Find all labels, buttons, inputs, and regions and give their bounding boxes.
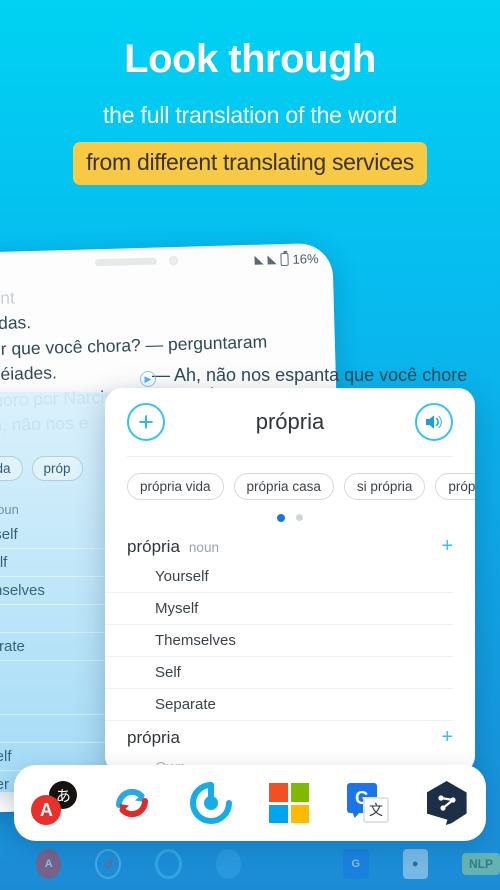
group-header: própria noun + [105,530,475,561]
microsoft-translator-icon [269,783,310,823]
suggestion-chips: própria vida própria casa si própria pró… [105,457,475,500]
chip-propria-vida[interactable]: própria vida [127,473,224,500]
signal-icon-2 [267,254,277,264]
background-service-strip: A ↺ G ● NLP [0,838,500,890]
table-row[interactable]: Separate [105,689,453,721]
group-word: própria [127,537,180,556]
service-blue-circle-translator[interactable] [185,777,237,829]
google-translate-icon: G 文 [346,783,389,823]
group-pos: noun [188,540,219,555]
translation-card: + própria própria vida própria casa si p… [105,388,475,773]
translation-list: própria noun + Yourself Myself Themselve… [105,530,475,773]
speaker-icon[interactable] [415,403,453,441]
page-title: Look through [124,37,376,81]
badge-wrap: from different translating services [0,142,500,185]
group-pos: noun [0,502,19,517]
service-google-translate[interactable]: G 文 [342,777,394,829]
nlp-bubble-icon-bg: ● [402,849,428,879]
overlay-sentence: — Ah, não nos espanta que você chore [152,365,468,385]
pagination-dot-active[interactable] [277,514,285,522]
yandex-translate-icon: あ A [29,781,78,825]
chip[interactable]: própria vida [0,456,23,481]
add-word-button[interactable]: + [127,403,165,441]
service-bar: あ A G 文 [14,765,486,841]
highlight-badge: from different translating services [73,142,427,185]
card-word: própria [255,409,325,434]
google-translate-icon-bg: G [343,849,369,879]
table-row[interactable]: Myself [105,593,453,625]
chip-propria-casa[interactable]: própria casa [233,473,334,500]
nlp-bubble-icon [426,781,467,825]
earpiece-speaker [94,257,158,267]
signal-icon [254,255,264,265]
add-group-icon[interactable]: + [441,536,453,556]
round-blue-icon-bg [215,849,242,879]
microsoft-translator-icon-bg [275,844,309,884]
yandex-a-label: A [31,795,62,825]
service-yandex-translate[interactable]: あ A [27,777,79,829]
card-header: + própria [105,388,475,456]
phone-notch [94,255,179,267]
nlp-badge: NLP [461,853,500,875]
swap-arrows-icon-bg: ↺ [95,849,122,879]
yandex-translate-icon-bg: A [36,849,62,879]
overlay-play-icon[interactable]: ▶ [140,371,156,387]
pagination-dots [105,514,475,522]
battery-icon [280,252,289,266]
google-kanji-label: 文 [362,797,389,823]
promo-header: Look through the full translation of the… [0,0,500,185]
table-row[interactable]: Themselves [105,625,453,657]
table-row[interactable]: Yourself [105,561,453,593]
add-group-icon[interactable]: + [441,727,453,747]
blue-circle-icon-bg [155,849,182,879]
swap-arrows-icon [115,788,148,818]
chip-propria-c[interactable]: própria c [435,473,475,500]
service-nlp-bubble[interactable] [421,777,473,829]
table-row[interactable]: Self [105,657,453,689]
chip-si-propria[interactable]: si própria [343,473,426,500]
service-swap-translator[interactable] [106,777,158,829]
group-word: própria [127,728,180,747]
pagination-dot[interactable] [296,514,303,521]
status-indicators: 16% [254,250,319,268]
service-microsoft-translator[interactable] [263,777,315,829]
front-camera [168,255,179,266]
battery-percent: 16% [292,250,319,267]
blue-circle-translator-icon [189,782,232,824]
chip[interactable]: próp [31,456,83,481]
page-subtitle: the full translation of the word [102,102,398,128]
